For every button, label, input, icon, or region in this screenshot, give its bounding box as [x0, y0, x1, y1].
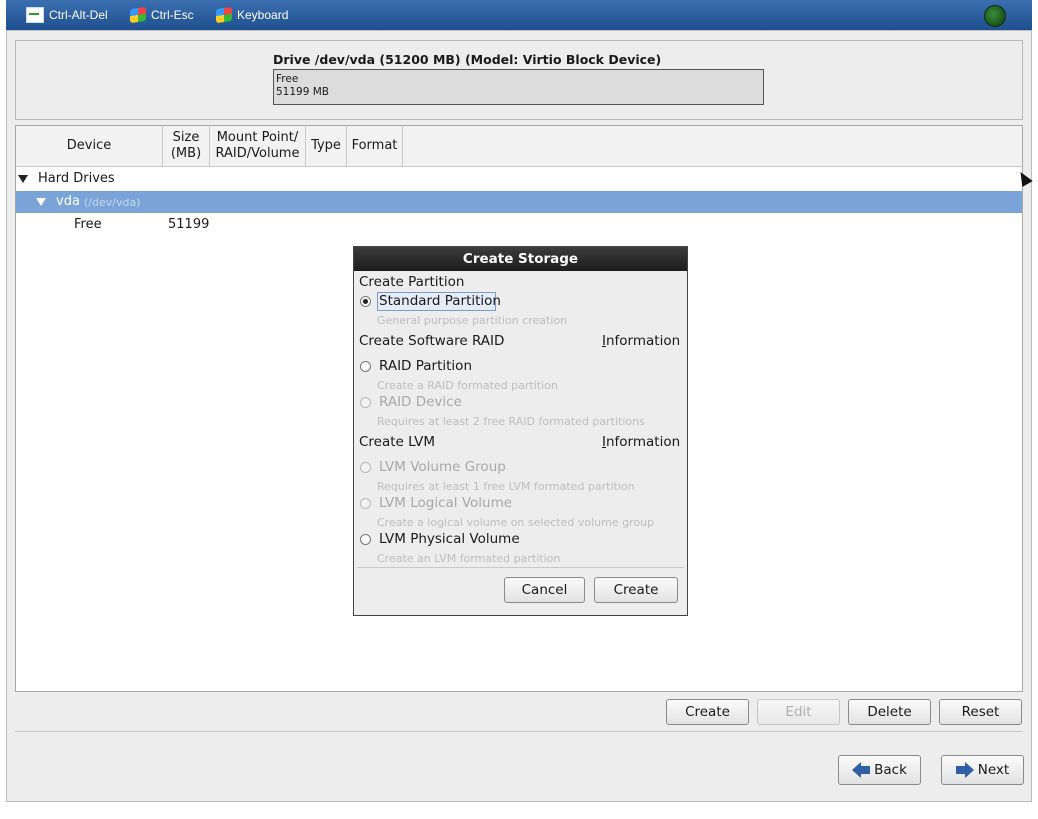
drive-title: Drive /dev/vda (51200 MB) (Model: Virtio… [273, 52, 662, 67]
cancel-button[interactable]: Cancel [504, 577, 585, 603]
column-device[interactable]: Device [16, 126, 163, 167]
arrow-left-icon [852, 762, 871, 778]
drive-usage-bar: Free 51199 MB [273, 69, 764, 105]
edit-button[interactable]: Edit [757, 699, 840, 725]
drive-bar-label: Free [276, 73, 299, 85]
column-filler [403, 126, 1022, 167]
column-format[interactable]: Format [347, 126, 403, 167]
lvm-physical-volume-radio[interactable] [360, 534, 371, 545]
column-size[interactable]: Size (MB) [163, 126, 210, 167]
drive-bar-size: 51199 MB [276, 86, 330, 98]
keyboard-label: Keyboard [237, 8, 289, 22]
raid-device-label[interactable]: RAID Device [379, 394, 462, 410]
free-size: 51199 [168, 217, 210, 232]
raid-device-radio[interactable] [360, 397, 371, 408]
raid-information-link[interactable]: Information [602, 333, 680, 349]
back-button[interactable]: Back [838, 755, 921, 785]
section-create-lvm: Create LVM [359, 434, 436, 450]
section-create-raid: Create Software RAID [359, 333, 505, 349]
table-row-free[interactable]: Free [74, 217, 102, 232]
column-type-label: Type [311, 138, 341, 153]
raid-partition-label[interactable]: RAID Partition [379, 358, 472, 374]
ctrl-alt-del-button[interactable]: Ctrl-Alt-Del [26, 6, 108, 24]
arrow-right-icon [955, 762, 974, 778]
table-row-vda[interactable] [16, 191, 1022, 213]
dialog-separator [357, 567, 684, 568]
column-format-label: Format [351, 138, 398, 153]
windows-icon [130, 6, 146, 24]
section-create-partition: Create Partition [359, 274, 465, 290]
vm-toolbar: Ctrl-Alt-Del Ctrl-Esc Keyboard [6, 0, 1032, 31]
monitor-icon [26, 7, 44, 23]
lvm-logical-volume-label[interactable]: LVM Logical Volume [379, 495, 512, 511]
raid-device-desc: Requires at least 2 free RAID formated p… [377, 415, 645, 428]
column-device-label: Device [66, 138, 112, 153]
lvm-logical-volume-desc: Create a logical volume on selected volu… [377, 516, 655, 529]
column-type[interactable]: Type [306, 126, 347, 167]
create-button[interactable]: Create [666, 699, 749, 725]
standard-partition-radio[interactable] [360, 296, 371, 307]
expander-down-icon[interactable] [18, 175, 28, 183]
column-mount-point[interactable]: Mount Point/ RAID/Volume [210, 126, 306, 167]
reset-button[interactable]: Reset [939, 699, 1022, 725]
next-button[interactable]: Next [941, 755, 1024, 785]
column-size-label: Size (MB) [170, 130, 202, 161]
disk-path: (/dev/vda) [84, 196, 141, 209]
disk-name: vda [56, 194, 80, 209]
lvm-volume-group-desc: Requires at least 1 free LVM formated pa… [377, 480, 635, 493]
delete-button[interactable]: Delete [848, 699, 931, 725]
ctrl-alt-del-label: Ctrl-Alt-Del [49, 8, 108, 22]
keyboard-button[interactable]: Keyboard [216, 6, 288, 24]
lvm-physical-volume-desc: Create an LVM formated partition [377, 552, 561, 565]
lvm-physical-volume-label[interactable]: LVM Physical Volume [379, 531, 520, 547]
back-label: Back [874, 762, 907, 778]
dialog-title: Create Storage [354, 247, 687, 271]
bottom-separator [15, 731, 1023, 732]
lvm-volume-group-label[interactable]: LVM Volume Group [379, 459, 506, 475]
ctrl-esc-label: Ctrl-Esc [151, 8, 194, 22]
tree-group-hard-drives[interactable]: Hard Drives [38, 171, 115, 186]
standard-partition-desc: General purpose partition creation [377, 314, 568, 327]
dialog-create-button[interactable]: Create [594, 577, 678, 603]
raid-partition-desc: Create a RAID formated partition [377, 379, 558, 392]
expander-down-icon[interactable] [36, 198, 46, 206]
windows-icon [216, 6, 232, 24]
lvm-volume-group-radio[interactable] [360, 462, 371, 473]
next-label: Next [977, 762, 1010, 778]
column-mount-label: Mount Point/ RAID/Volume [215, 130, 300, 161]
power-indicator-icon[interactable] [984, 5, 1006, 27]
ctrl-esc-button[interactable]: Ctrl-Esc [130, 6, 194, 24]
lvm-logical-volume-radio[interactable] [360, 498, 371, 509]
raid-partition-radio[interactable] [360, 361, 371, 372]
lvm-information-link[interactable]: Information [602, 434, 680, 450]
standard-partition-label[interactable]: Standard Partition [379, 293, 501, 309]
